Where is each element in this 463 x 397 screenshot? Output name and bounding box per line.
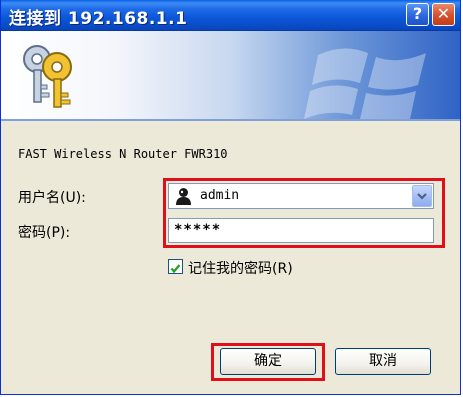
router-name: FAST Wireless N Router FWR310 xyxy=(18,147,228,161)
dialog-banner xyxy=(1,31,460,121)
title-bar[interactable]: 连接到 192.168.1.1 ? ✕ xyxy=(1,0,460,31)
dialog-title: 连接到 192.168.1.1 xyxy=(9,9,188,29)
username-dropdown-button[interactable] xyxy=(412,185,432,207)
password-field[interactable]: ***** xyxy=(168,218,434,243)
keys-icon xyxy=(23,45,72,108)
remember-password-label[interactable]: 记住我的密码(R) xyxy=(188,258,293,278)
cancel-button[interactable]: 取消 xyxy=(335,348,431,375)
user-icon xyxy=(176,188,191,205)
windows-logo-icon xyxy=(304,48,426,119)
ok-button[interactable]: 确定 xyxy=(220,348,316,375)
chevron-down-icon xyxy=(417,193,427,200)
remember-password-checkbox[interactable] xyxy=(168,259,183,274)
close-button[interactable]: ✕ xyxy=(432,3,455,26)
check-icon xyxy=(170,264,181,274)
username-label: 用户名(U): xyxy=(18,190,86,206)
help-button[interactable]: ? xyxy=(406,3,429,26)
username-combobox[interactable]: admin xyxy=(168,183,434,209)
password-value: ***** xyxy=(174,222,222,238)
login-dialog: 连接到 192.168.1.1 ? ✕ FAST Wireless N Rout… xyxy=(0,0,461,395)
username-value: admin xyxy=(200,188,240,203)
password-label: 密码(P): xyxy=(18,225,71,241)
